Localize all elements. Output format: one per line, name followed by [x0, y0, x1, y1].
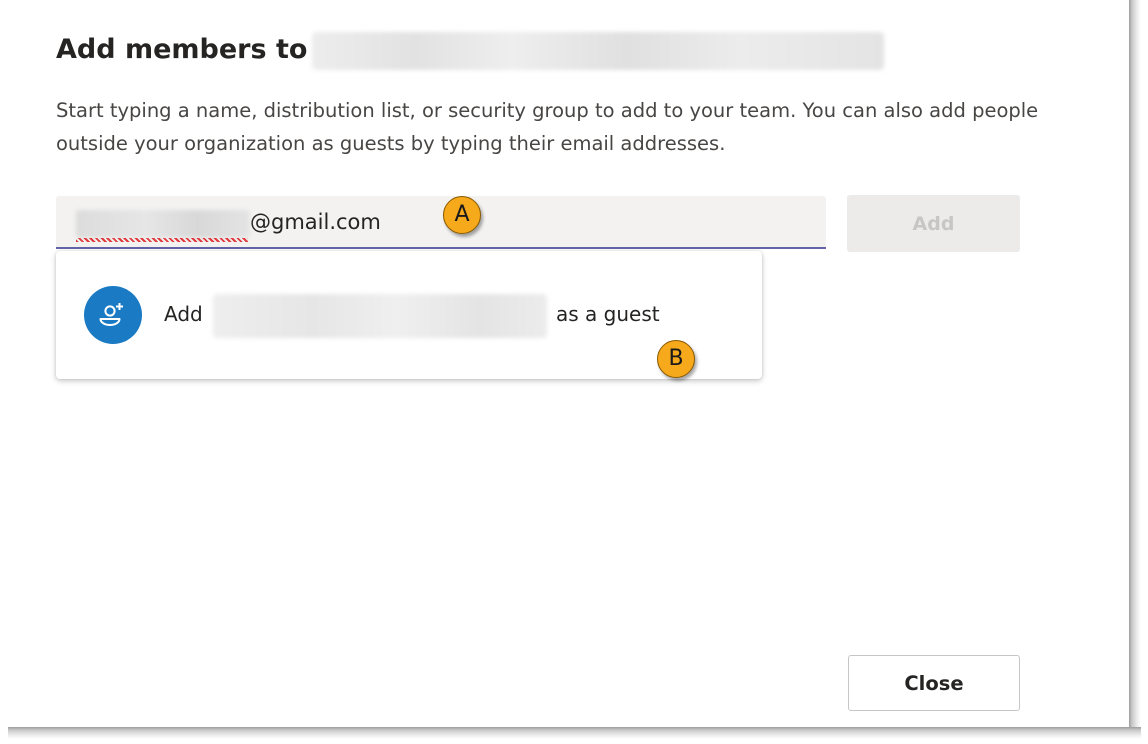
- member-search-input-value: @gmail.com: [250, 210, 381, 234]
- suggestion-prefix: Add: [164, 302, 203, 326]
- team-name-redacted: [312, 32, 884, 70]
- dialog-shadow-bottom: [8, 727, 1141, 739]
- dialog-shadow-right: [1129, 0, 1141, 734]
- close-button[interactable]: Close: [848, 655, 1020, 711]
- email-username-redacted: [76, 210, 250, 238]
- dialog-title: Add members to: [56, 34, 308, 65]
- callout-a-marker: A: [443, 196, 481, 234]
- add-members-dialog: Add members to Start typing a name, dist…: [0, 0, 1148, 744]
- suggestion-suffix: as a guest: [556, 302, 660, 326]
- spellcheck-underline: [76, 238, 248, 242]
- dialog-description: Start typing a name, distribution list, …: [56, 99, 1039, 155]
- callout-b-marker: B: [657, 340, 695, 378]
- add-guest-icon: [84, 286, 142, 344]
- guest-email-redacted: [213, 294, 547, 338]
- add-button[interactable]: Add: [847, 195, 1020, 252]
